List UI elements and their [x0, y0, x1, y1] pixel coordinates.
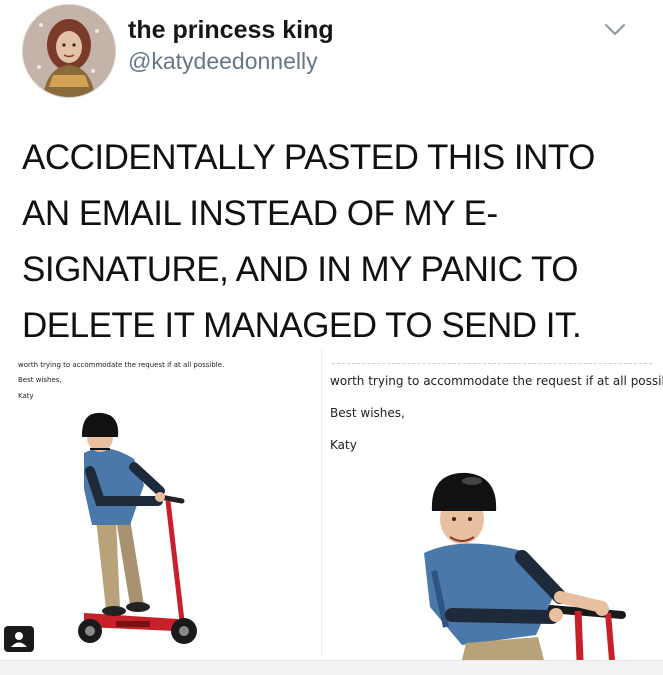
media-panel-right: worth trying to accommodate the request …	[322, 347, 663, 660]
tweet-media[interactable]: worth trying to accommodate the request …	[0, 347, 663, 660]
email-line: Best wishes,	[18, 376, 62, 384]
photo-icon[interactable]	[4, 626, 34, 652]
tweet-text-line: DELETE IT MANAGED TO SEND IT.	[22, 306, 582, 345]
email-line: worth trying to accommodate the request …	[18, 361, 225, 369]
email-line: Best wishes,	[330, 406, 405, 420]
user-handle[interactable]: @katydeedonnelly	[128, 48, 318, 75]
avatar[interactable]	[22, 4, 116, 98]
tweet-text: ACCIDENTALLY PASTED THIS INTO AN EMAIL I…	[22, 130, 652, 354]
divider	[332, 363, 652, 364]
email-line: Katy	[18, 392, 34, 400]
display-name[interactable]: the princess king	[128, 16, 334, 45]
email-line: Katy	[330, 438, 357, 452]
tweet: the princess king @katydeedonnelly ACCID…	[0, 0, 663, 675]
boy-on-scooter-closeup-image	[424, 472, 626, 660]
boy-on-scooter-image	[78, 412, 197, 644]
chevron-down-icon[interactable]	[604, 22, 626, 38]
media-panel-left: worth trying to accommodate the request …	[0, 347, 322, 660]
tweet-text-line: SIGNATURE, AND IN MY PANIC TO	[22, 250, 578, 289]
email-line: worth trying to accommodate the request …	[330, 374, 663, 388]
tweet-text-line: AN EMAIL INSTEAD OF MY E-	[22, 194, 498, 233]
bottom-bar	[0, 660, 663, 675]
avatar-image	[23, 5, 115, 97]
tweet-text-line: ACCIDENTALLY PASTED THIS INTO	[22, 138, 595, 177]
